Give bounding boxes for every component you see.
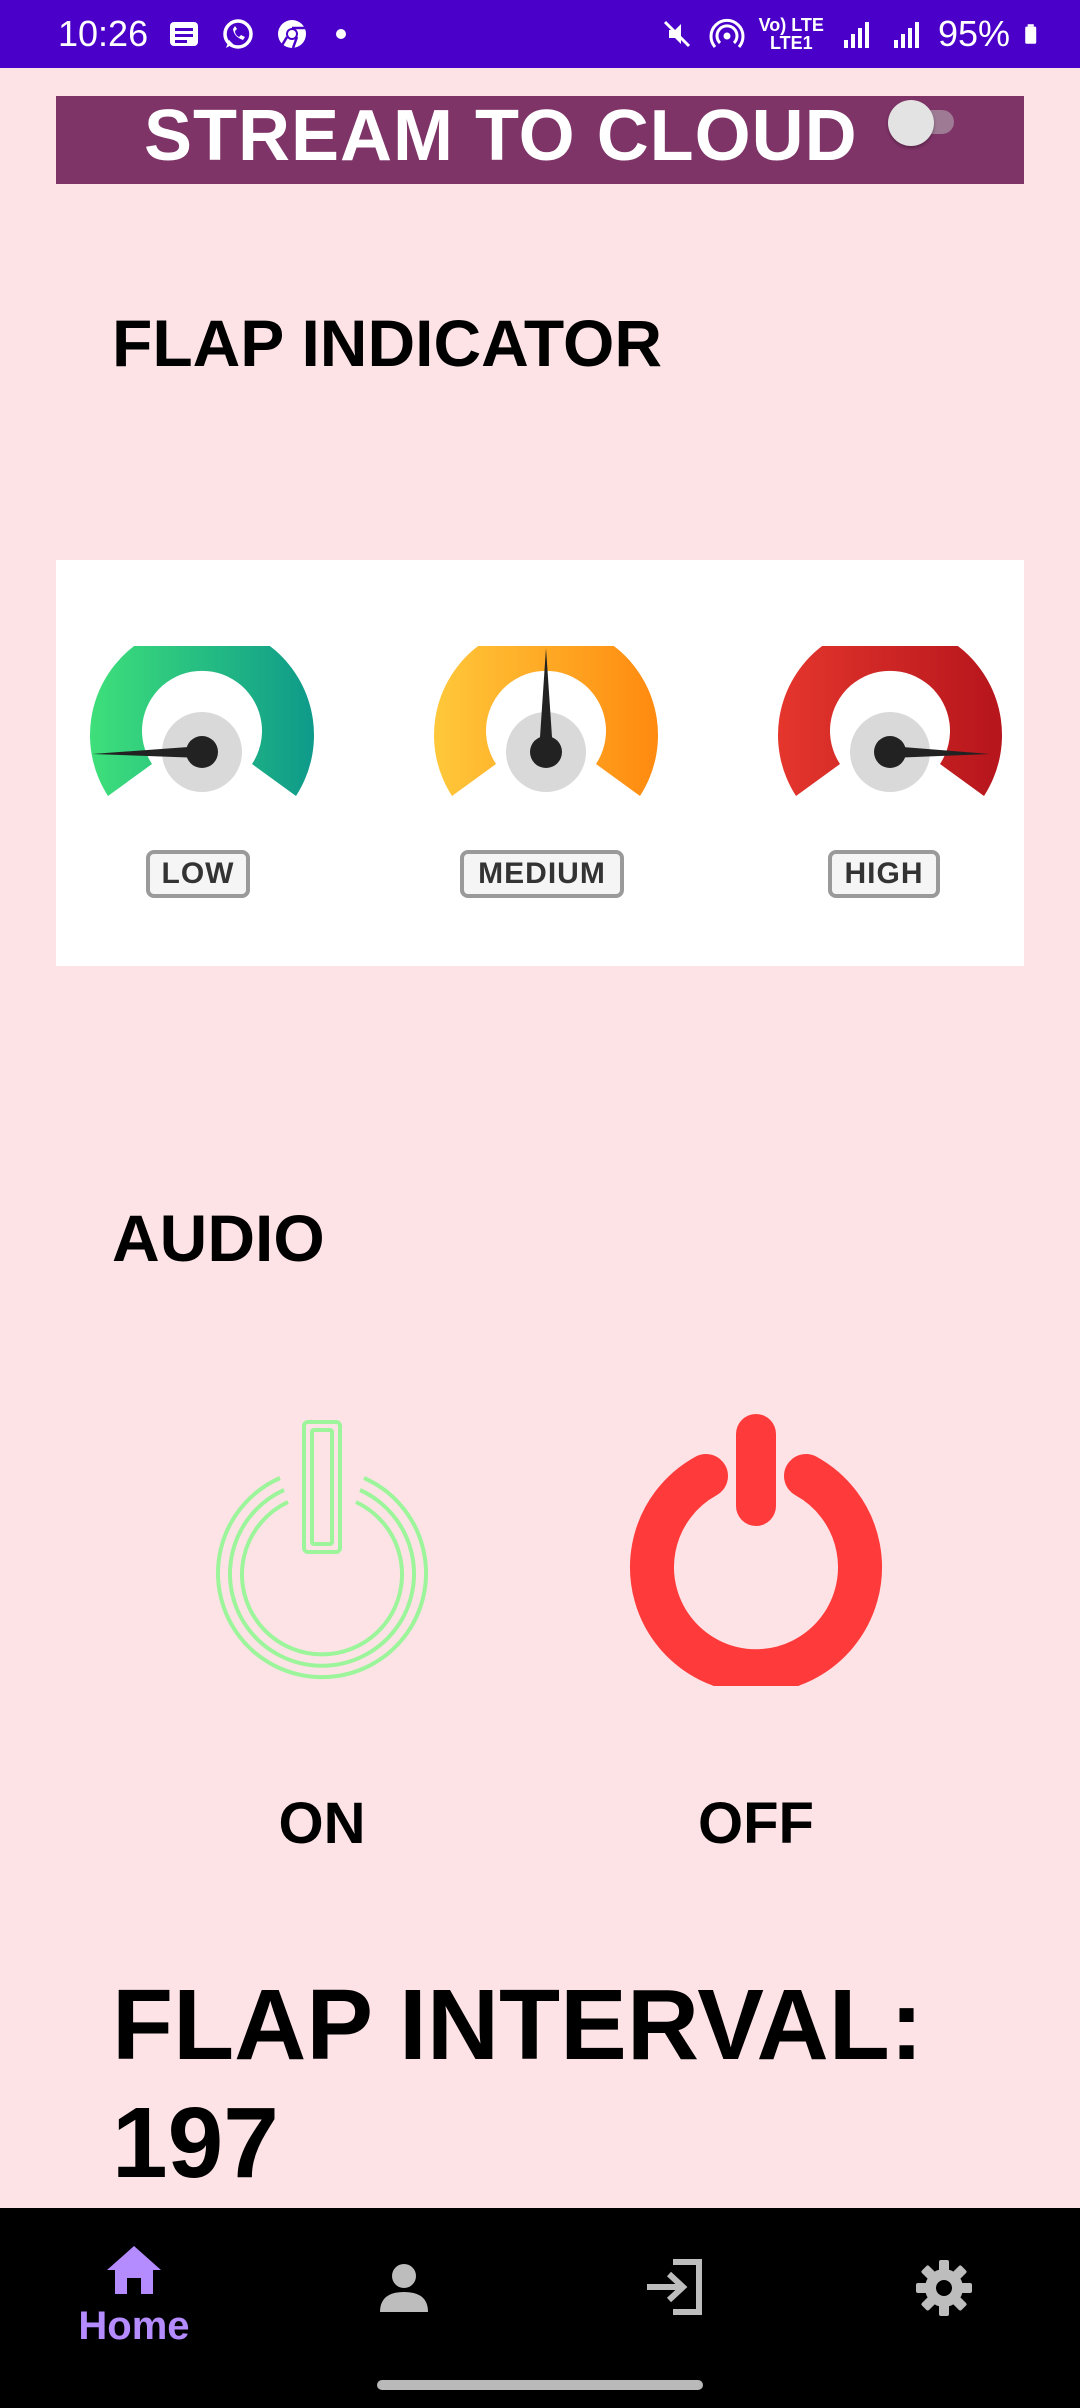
gauge-label-low: LOW — [146, 850, 250, 898]
gesture-home-indicator — [377, 2380, 703, 2390]
status-bar: 10:26 Vo) LTE LTE1 95% — [0, 0, 1080, 68]
hotspot-icon — [709, 18, 745, 48]
chrome-icon — [278, 20, 307, 49]
bottom-navigation: Home — [0, 2208, 1080, 2408]
mute-icon — [663, 20, 690, 48]
stream-to-cloud-label: STREAM TO CLOUD — [144, 96, 858, 176]
nav-login[interactable] — [574, 2258, 774, 2316]
audio-heading: AUDIO — [112, 1201, 325, 1275]
power-off-icon — [630, 1414, 882, 1694]
flap-indicator-heading: FLAP INDICATOR — [112, 306, 663, 380]
gauge-label-high: HIGH — [828, 850, 940, 898]
toggle-thumb — [888, 100, 934, 146]
flap-gauge-panel: LOW MEDIUM HIGH — [56, 560, 1024, 966]
nav-settings[interactable] — [844, 2258, 1044, 2318]
signal-icon-2 — [893, 22, 919, 48]
volte-indicator: Vo) LTE LTE1 — [758, 15, 824, 53]
stream-toggle-switch[interactable] — [888, 100, 958, 146]
speedometer-icon — [434, 646, 658, 796]
flap-interval-text: FLAP INTERVAL: 197 — [112, 1969, 924, 2199]
status-time: 10:26 — [58, 13, 149, 54]
audio-off-button[interactable] — [628, 1406, 884, 1694]
audio-off-label: OFF — [698, 1791, 814, 1856]
nav-home[interactable]: Home — [34, 2242, 234, 2349]
battery-icon — [1025, 24, 1037, 44]
nav-profile[interactable] — [304, 2260, 504, 2316]
home-icon — [107, 2246, 161, 2294]
audio-on-button[interactable] — [206, 1412, 438, 1689]
speedometer-icon — [778, 646, 1002, 796]
signal-icon — [843, 22, 869, 48]
stream-to-cloud-card: STREAM TO CLOUD — [56, 96, 1024, 184]
person-icon — [380, 2264, 428, 2312]
message-icon — [170, 22, 199, 46]
gear-icon — [916, 2260, 972, 2316]
nav-home-label: Home — [78, 2304, 190, 2348]
notification-dot — [336, 29, 347, 39]
whatsapp-icon — [223, 19, 253, 49]
audio-on-label: ON — [278, 1791, 366, 1856]
gauge-label-medium: MEDIUM — [460, 850, 624, 898]
power-on-icon — [216, 1420, 428, 1680]
login-icon — [647, 2259, 702, 2315]
speedometer-icon — [90, 646, 314, 796]
battery-percent: 95% — [937, 13, 1010, 54]
